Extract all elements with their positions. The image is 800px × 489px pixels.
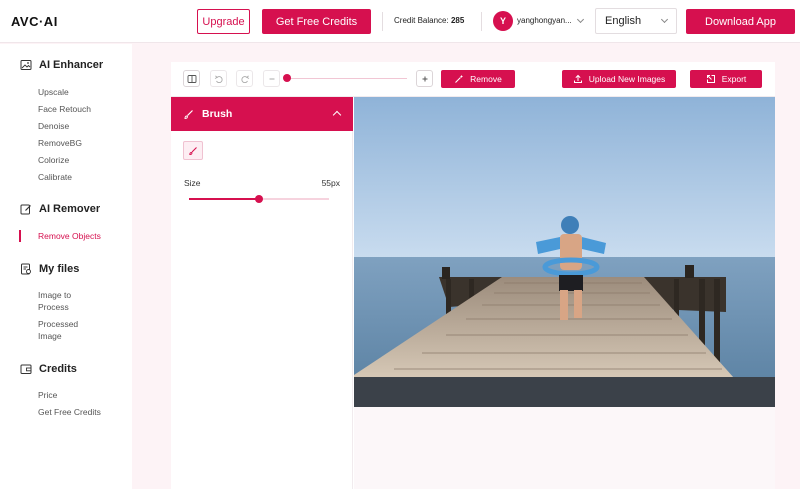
editor-workspace: Remove Upload New Images Export Brush Si… — [171, 62, 775, 489]
redo-icon — [240, 75, 249, 83]
sidebar-item-remove-objects[interactable]: Remove Objects — [38, 230, 101, 242]
logo[interactable]: AVC·AI — [11, 14, 58, 29]
brush-panel-title: Brush — [202, 108, 233, 120]
credit-balance: Credit Balance: 285 — [394, 16, 464, 25]
sidebar-section-my-files[interactable]: My files — [20, 263, 79, 275]
image-canvas[interactable] — [354, 97, 775, 489]
size-value: 55px — [321, 178, 340, 188]
credit-balance-value: 285 — [450, 16, 465, 25]
brush-panel: Brush Size 55px — [171, 97, 353, 489]
size-slider-thumb[interactable] — [255, 195, 263, 203]
brush-icon — [184, 109, 193, 119]
brush-icon — [189, 146, 197, 155]
sidebar-item-denoise[interactable]: Denoise — [38, 120, 69, 132]
edit-icon — [20, 204, 31, 215]
upload-label: Upload New Images — [588, 74, 666, 84]
zoom-in-button[interactable] — [416, 70, 433, 87]
size-slider-fill — [189, 198, 259, 200]
sidebar-item-face-retouch[interactable]: Face Retouch — [38, 103, 91, 115]
sidebar-section-title: AI Enhancer — [39, 59, 104, 71]
export-label: Export — [721, 74, 747, 84]
sidebar-section-title: AI Remover — [39, 203, 101, 215]
undo-button[interactable] — [210, 70, 227, 87]
sidebar-section-title: My files — [39, 263, 80, 275]
files-icon — [21, 263, 31, 275]
sidebar-item-upscale[interactable]: Upscale — [38, 86, 69, 98]
credit-balance-label: Credit Balance: — [394, 16, 449, 25]
sidebar-section-credits[interactable]: Credits — [20, 363, 77, 375]
get-free-credits-button[interactable]: Get Free Credits — [262, 9, 371, 34]
download-app-button[interactable]: Download App — [686, 9, 795, 34]
zoom-slider[interactable] — [287, 78, 407, 79]
chevron-down-icon — [660, 15, 669, 24]
active-indicator — [19, 230, 21, 242]
remove-button[interactable]: Remove — [441, 70, 515, 88]
sidebar-section-ai-enhancer[interactable]: AI Enhancer — [20, 59, 103, 71]
sidebar-item-colorize[interactable]: Colorize — [38, 154, 69, 166]
sidebar-item-price[interactable]: Price — [38, 389, 57, 401]
wallet-icon — [20, 364, 32, 374]
undo-icon — [214, 75, 223, 83]
zoom-out-button[interactable] — [263, 70, 280, 87]
brush-panel-header[interactable]: Brush — [171, 97, 353, 131]
export-button[interactable]: Export — [690, 70, 762, 88]
sidebar-item-removebg[interactable]: RemoveBG — [38, 137, 82, 149]
username-label[interactable]: yanghongyan... — [517, 16, 572, 25]
sidebar-item-image-to-process[interactable]: Image to Process — [38, 289, 98, 313]
language-select[interactable]: English — [595, 8, 677, 34]
compare-icon — [187, 74, 196, 83]
minus-icon — [269, 78, 274, 79]
brush-tool-button[interactable] — [183, 141, 203, 160]
compare-button[interactable] — [183, 70, 200, 87]
plus-icon — [422, 76, 427, 81]
sidebar-section-title: Credits — [39, 363, 77, 375]
avatar[interactable]: Y — [493, 11, 513, 31]
sidebar-section-ai-remover[interactable]: AI Remover — [20, 203, 100, 215]
sidebar-item-calibrate[interactable]: Calibrate — [38, 171, 72, 183]
remove-label: Remove — [470, 74, 502, 84]
upload-icon — [573, 74, 582, 83]
divider — [382, 12, 383, 31]
image-preview[interactable] — [354, 97, 775, 407]
chevron-up-icon[interactable] — [332, 110, 342, 120]
size-label: Size — [184, 178, 201, 188]
language-value: English — [605, 15, 642, 27]
redo-button[interactable] — [236, 70, 253, 87]
export-icon — [706, 75, 715, 83]
upload-new-images-button[interactable]: Upload New Images — [562, 70, 676, 88]
upgrade-button[interactable]: Upgrade — [197, 9, 250, 34]
sidebar: AI Enhancer Upscale Face Retouch Denoise… — [0, 44, 132, 489]
divider — [481, 12, 482, 31]
magic-wand-icon — [455, 75, 464, 83]
top-header: AVC·AI Upgrade Get Free Credits Credit B… — [0, 0, 800, 43]
photo-boy-on-pier — [354, 97, 775, 407]
chevron-down-icon[interactable] — [576, 15, 585, 24]
sidebar-item-get-free-credits[interactable]: Get Free Credits — [38, 406, 101, 418]
zoom-slider-thumb[interactable] — [283, 74, 291, 82]
sidebar-item-processed-image[interactable]: Processed Image — [38, 318, 98, 342]
editor-toolbar: Remove Upload New Images Export — [171, 62, 775, 97]
image-icon — [20, 60, 32, 70]
